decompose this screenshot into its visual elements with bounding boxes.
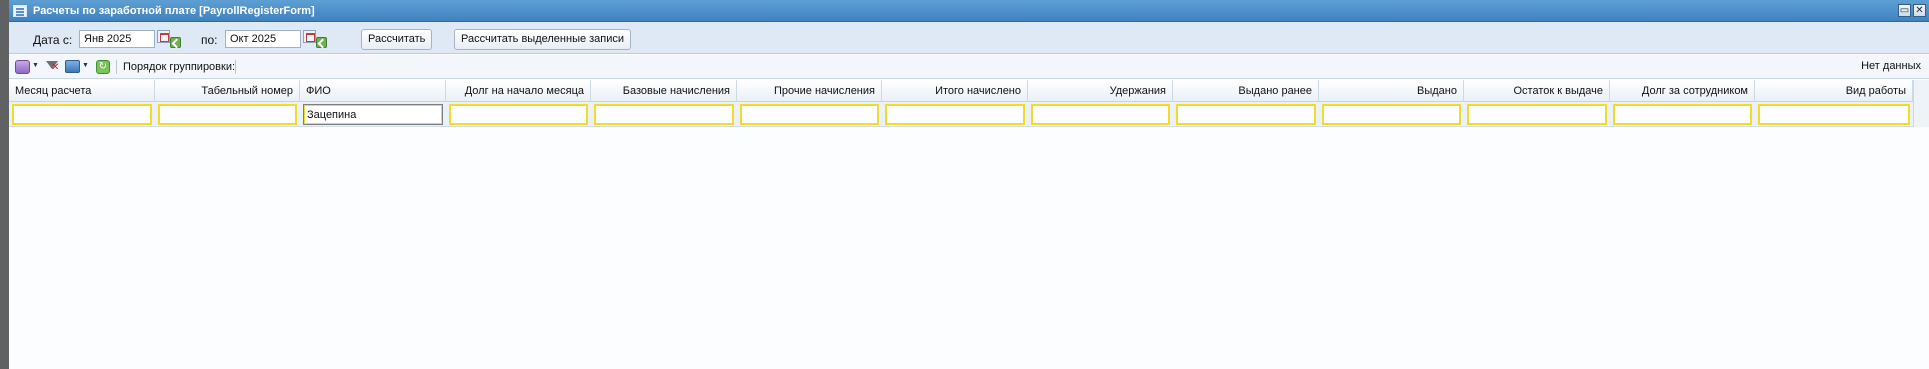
filter-deductions xyxy=(1031,104,1170,125)
filter-month-input[interactable] xyxy=(12,104,152,125)
filter-full-name-input[interactable] xyxy=(303,104,443,125)
filter-remaining xyxy=(1467,104,1607,125)
column-header-deductions[interactable]: Удержания xyxy=(1028,80,1173,102)
filter-debt-start-input[interactable] xyxy=(449,104,588,125)
calculate-button[interactable]: Рассчитать xyxy=(361,29,433,50)
clear-date-icon[interactable] xyxy=(316,37,327,48)
filter-base-accruals xyxy=(594,104,734,125)
column-header-other-accruals[interactable]: Прочие начисления xyxy=(737,80,882,102)
filter-work-type-input[interactable] xyxy=(1758,104,1910,125)
grid-body[interactable] xyxy=(9,127,1929,369)
filter-work-type xyxy=(1758,104,1910,125)
filter-total-accrued xyxy=(885,104,1025,125)
column-header-work-type[interactable]: Вид работы xyxy=(1755,80,1913,102)
grid-toolbar: ▼ ▼ ↻ Порядок группировки: Нет данных xyxy=(9,55,1929,79)
clear-date-icon[interactable] xyxy=(170,37,181,48)
calendar-icon[interactable] xyxy=(157,30,170,43)
close-button[interactable]: ✕ xyxy=(1913,4,1926,17)
date-from-field[interactable]: Янв 2025 xyxy=(79,30,155,48)
filter-other-accruals xyxy=(740,104,879,125)
calendar-icon[interactable] xyxy=(303,30,316,43)
column-header-paid[interactable]: Выдано xyxy=(1319,80,1464,102)
filter-debt-start xyxy=(449,104,588,125)
toolbar-separator xyxy=(116,60,117,74)
window-titlebar: Расчеты по заработной плате [PayrollRegi… xyxy=(9,0,1929,22)
column-header-employee-debt[interactable]: Долг за сотрудником xyxy=(1610,80,1755,102)
minimize-button[interactable]: ▭ xyxy=(1898,4,1911,17)
column-header-remaining[interactable]: Остаток к выдаче xyxy=(1464,80,1610,102)
date-to-label: по: xyxy=(201,33,218,47)
filter-month xyxy=(12,104,152,125)
chevron-down-icon[interactable]: ▼ xyxy=(32,62,39,69)
filter-base-accruals-input[interactable] xyxy=(594,104,734,125)
window-title: Расчеты по заработной плате [PayrollRegi… xyxy=(33,4,315,17)
status-text: Нет данных xyxy=(1861,60,1921,72)
filter-remaining-input[interactable] xyxy=(1467,104,1607,125)
filter-paid xyxy=(1322,104,1461,125)
column-header-base-accruals[interactable]: Базовые начисления xyxy=(591,80,737,102)
print-icon[interactable] xyxy=(65,60,80,73)
grouping-order-label: Порядок группировки: xyxy=(123,61,236,73)
refresh-icon[interactable]: ↻ xyxy=(96,60,110,74)
filter-employee-debt xyxy=(1613,104,1752,125)
clear-filter-icon[interactable] xyxy=(46,60,60,74)
filter-paid-input[interactable] xyxy=(1322,104,1461,125)
payroll-register-window: Расчеты по заработной плате [PayrollRegi… xyxy=(0,0,1929,369)
filter-personnel-number xyxy=(158,104,297,125)
grid-scroll-cap xyxy=(1913,80,1929,127)
column-header-total-accrued[interactable]: Итого начислено xyxy=(882,80,1028,102)
window-icon xyxy=(13,4,27,17)
column-header-debt-start[interactable]: Долг на начало месяца xyxy=(446,80,591,102)
date-from-label: Дата с: xyxy=(33,33,73,47)
add-icon[interactable] xyxy=(15,60,30,74)
filter-paid-earlier-input[interactable] xyxy=(1176,104,1316,125)
toolbar-separator xyxy=(235,60,236,74)
column-header-paid-earlier[interactable]: Выдано ранее xyxy=(1173,80,1319,102)
filter-employee-debt-input[interactable] xyxy=(1613,104,1752,125)
chevron-down-icon[interactable]: ▼ xyxy=(82,62,89,69)
grid-filter-row xyxy=(9,102,1913,127)
date-to-field[interactable]: Окт 2025 xyxy=(225,30,301,48)
filter-personnel-number-input[interactable] xyxy=(158,104,297,125)
date-filter-bar: Дата с: Янв 2025 по: Окт 2025 Рассчитать… xyxy=(9,22,1929,54)
window-controls: ▭ ✕ xyxy=(1898,4,1926,17)
calculate-selected-button[interactable]: Рассчитать выделенные записи xyxy=(454,29,632,50)
filter-deductions-input[interactable] xyxy=(1031,104,1170,125)
grid-header: Месяц расчета Табельный номер ФИО Долг н… xyxy=(9,80,1913,102)
filter-full-name xyxy=(303,104,443,125)
column-header-personnel-number[interactable]: Табельный номер xyxy=(155,80,300,102)
filter-paid-earlier xyxy=(1176,104,1316,125)
filter-total-accrued-input[interactable] xyxy=(885,104,1025,125)
column-header-full-name[interactable]: ФИО xyxy=(300,80,446,102)
filter-other-accruals-input[interactable] xyxy=(740,104,879,125)
column-header-month[interactable]: Месяц расчета xyxy=(9,80,155,102)
